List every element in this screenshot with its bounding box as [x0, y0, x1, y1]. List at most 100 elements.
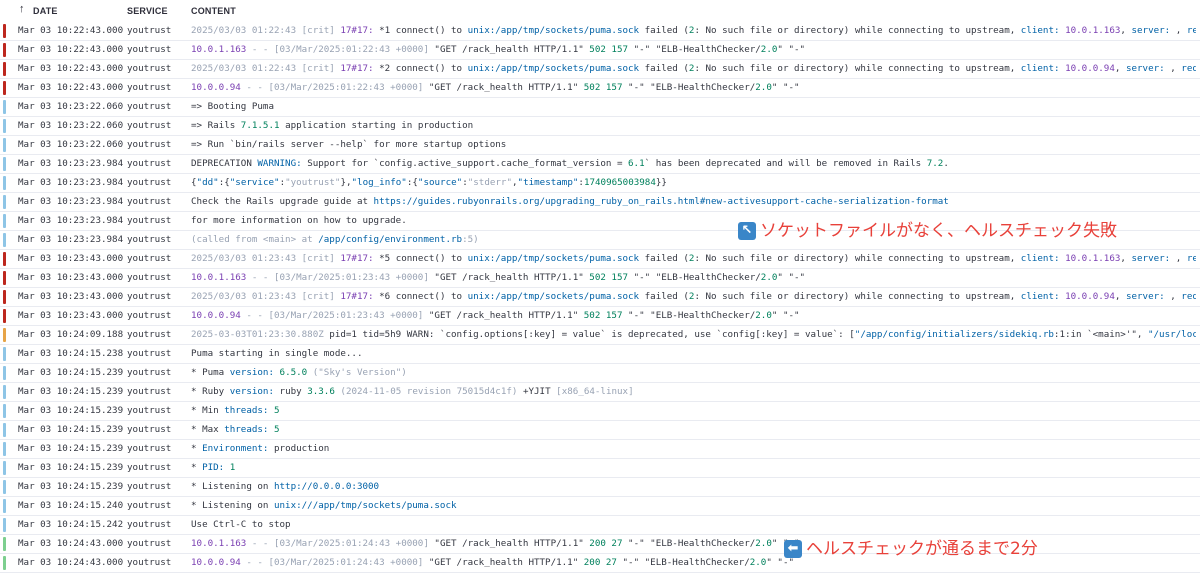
content-segment: 200 27: [589, 538, 623, 549]
content-segment: ,: [1170, 63, 1182, 74]
content-segment: version:: [229, 386, 280, 397]
content-segment: "GET /rack_health HTTP/1.1": [434, 272, 590, 283]
content-segment: "/usr/local/bundle/…: [1147, 329, 1196, 340]
level-indicator: [3, 347, 6, 361]
table-row[interactable]: Mar 03 10:22:43.000 youtrust 2025/03/03 01…: [0, 22, 1200, 41]
content-segment: 2025/03/03 01:23:43 [crit]: [191, 253, 341, 264]
cell-date: Mar 03 10:23:43.000: [18, 291, 124, 302]
content-segment: },: [340, 177, 352, 188]
content-segment: DEPRECATION: [191, 158, 258, 169]
cell-content: 2025/03/03 01:23:43 [crit] 17#17: *5 con…: [191, 250, 1196, 268]
content-segment: "source": [417, 177, 463, 188]
table-row[interactable]: Mar 03 10:23:22.060 youtrust => Rails 7.1.…: [0, 117, 1200, 136]
content-segment: Use Ctrl-C to stop: [191, 519, 291, 530]
table-row[interactable]: Mar 03 10:24:15.239 youtrust * Puma versio…: [0, 364, 1200, 383]
table-row[interactable]: Mar 03 10:24:15.239 youtrust * Max threads…: [0, 421, 1200, 440]
content-segment: "GET /rack_health HTTP/1.1": [428, 310, 584, 321]
content-segment: :1:in `<main>'",: [1053, 329, 1148, 340]
column-header-date[interactable]: DATE: [33, 6, 58, 16]
table-row[interactable]: Mar 03 10:23:23.984 youtrust DEPRECATION W…: [0, 155, 1200, 174]
level-indicator: [3, 537, 6, 551]
content-segment: *5 connect() to: [379, 253, 468, 264]
column-header-service[interactable]: SERVICE: [127, 6, 168, 16]
content-segment: server:: [1131, 253, 1176, 264]
level-indicator: [3, 119, 6, 133]
table-row[interactable]: Mar 03 10:23:43.000 youtrust 2025/03/03 01…: [0, 250, 1200, 269]
content-segment: 17#17:: [340, 63, 380, 74]
content-segment: ,: [1175, 25, 1187, 36]
table-row[interactable]: Mar 03 10:24:09.188 youtrust 2025-03-03T01…: [0, 326, 1200, 345]
content-segment: server:: [1125, 63, 1171, 74]
level-indicator: [3, 518, 6, 532]
content-segment: 2.0: [755, 538, 772, 549]
content-segment: "-" "ELB-HealthChecker/: [628, 272, 761, 283]
content-segment: "-" "ELB-HealthChecker/: [622, 82, 756, 93]
content-segment: " "-": [771, 82, 800, 93]
cell-content: 10.0.0.94 - - [03/Mar/2025:01:24:43 +000…: [191, 554, 1196, 572]
table-row[interactable]: Mar 03 10:24:15.242 youtrust Use Ctrl-C to…: [0, 516, 1200, 535]
table-row[interactable]: Mar 03 10:24:15.239 youtrust * Listening o…: [0, 478, 1200, 497]
content-segment: 17#17:: [340, 25, 380, 36]
content-segment: * Ruby: [191, 386, 230, 397]
cell-service: youtrust: [127, 291, 172, 302]
cell-date: Mar 03 10:24:43.000: [18, 538, 124, 549]
cell-service: youtrust: [127, 481, 172, 492]
content-segment: Puma starting in single mode...: [191, 348, 363, 359]
level-indicator: [3, 556, 6, 570]
table-row[interactable]: Mar 03 10:23:43.000 youtrust 2025/03/03 01…: [0, 288, 1200, 307]
content-segment: request:: [1186, 25, 1196, 36]
table-row[interactable]: Mar 03 10:22:43.000 youtrust 10.0.1.163 - …: [0, 41, 1200, 60]
annotation-healthcheck-recovered: ⬅ ヘルスチェックが通るまで2分: [784, 538, 1038, 560]
cell-content: * Ruby version: ruby 3.3.6 (2024-11-05 r…: [191, 383, 1196, 401]
level-indicator: [3, 442, 6, 456]
table-row[interactable]: Mar 03 10:24:15.239 youtrust * PID: 1: [0, 459, 1200, 478]
content-segment: pid=1 tid=5h9 WARN: `config.options[:key…: [329, 329, 855, 340]
cell-date: Mar 03 10:24:15.239: [18, 386, 124, 397]
content-segment: 10.0.0.94: [1065, 63, 1115, 74]
table-row[interactable]: Mar 03 10:23:22.060 youtrust => Run `bin/r…: [0, 136, 1200, 155]
cell-date: Mar 03 10:23:23.984: [18, 158, 124, 169]
cell-service: youtrust: [127, 44, 172, 55]
cell-content: * Max threads: 5: [191, 421, 1196, 439]
content-segment: Check the Rails upgrade guide at: [191, 196, 374, 207]
content-segment: ("Sky's Version"): [307, 367, 407, 378]
table-row[interactable]: Mar 03 10:24:15.239 youtrust * Environment…: [0, 440, 1200, 459]
arrow-up-left-icon: ↖: [738, 222, 756, 240]
content-segment: - - [03/Mar/2025:01:24:43 +0000]: [246, 538, 435, 549]
table-row[interactable]: Mar 03 10:22:43.000 youtrust 2025/03/03 01…: [0, 60, 1200, 79]
content-segment: *: [191, 443, 203, 454]
table-row[interactable]: Mar 03 10:24:15.239 youtrust * Ruby versio…: [0, 383, 1200, 402]
table-row[interactable]: Mar 03 10:24:15.239 youtrust * Min threads…: [0, 402, 1200, 421]
cell-service: youtrust: [127, 557, 172, 568]
table-row[interactable]: Mar 03 10:23:23.984 youtrust Check the Rai…: [0, 193, 1200, 212]
content-segment: unix:/app/tmp/sockets/puma.sock: [467, 63, 640, 74]
table-row[interactable]: Mar 03 10:23:43.000 youtrust 10.0.0.94 - -…: [0, 307, 1200, 326]
cell-date: Mar 03 10:24:15.238: [18, 348, 124, 359]
cell-content: => Run `bin/rails server --help` for mor…: [191, 136, 1196, 154]
table-row[interactable]: Mar 03 10:23:23.984 youtrust {"dd":{"servi…: [0, 174, 1200, 193]
cell-date: Mar 03 10:23:43.000: [18, 272, 124, 283]
table-row[interactable]: Mar 03 10:24:15.238 youtrust Puma starting…: [0, 345, 1200, 364]
table-row[interactable]: Mar 03 10:24:15.240 youtrust * Listening o…: [0, 497, 1200, 516]
content-segment: 10.0.1.163: [1065, 253, 1121, 264]
content-segment: 10.0.0.94: [1065, 291, 1115, 302]
content-segment: 2025/03/03 01:23:43 [crit]: [191, 291, 341, 302]
table-row[interactable]: Mar 03 10:22:43.000 youtrust 10.0.0.94 - -…: [0, 79, 1200, 98]
content-segment: 3.3.6: [307, 386, 335, 397]
cell-date: Mar 03 10:23:23.984: [18, 196, 124, 207]
log-rows: Mar 03 10:22:43.000 youtrust 2025/03/03 01…: [0, 22, 1200, 573]
cell-service: youtrust: [127, 329, 172, 340]
content-segment: 10.0.0.94: [191, 557, 241, 568]
cell-content: Check the Rails upgrade guide at https:/…: [191, 193, 1196, 211]
content-segment: => Rails: [191, 120, 241, 131]
content-segment: 10.0.1.163: [191, 272, 247, 283]
content-segment: http://0.0.0.0:3000: [273, 481, 380, 492]
cell-date: Mar 03 10:23:23.984: [18, 234, 124, 245]
column-header-content[interactable]: CONTENT: [191, 6, 236, 16]
arrow-up-icon[interactable]: ↑: [19, 3, 25, 15]
cell-service: youtrust: [127, 82, 172, 93]
level-indicator: [3, 62, 6, 76]
cell-service: youtrust: [127, 272, 172, 283]
table-row[interactable]: Mar 03 10:23:43.000 youtrust 10.0.1.163 - …: [0, 269, 1200, 288]
table-row[interactable]: Mar 03 10:23:22.060 youtrust => Booting Pu…: [0, 98, 1200, 117]
